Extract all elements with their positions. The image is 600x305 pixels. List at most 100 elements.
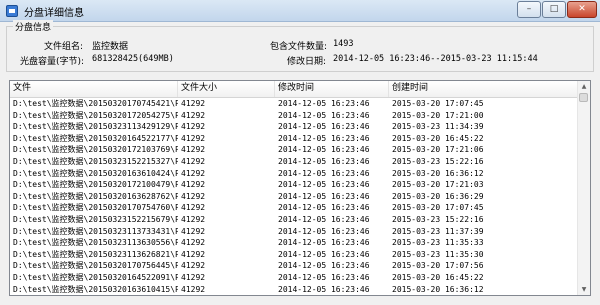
cell-size: 41292 [181,203,206,213]
cell-created: 2015-03-20 17:07:45 [392,99,484,108]
cell-created: 2015-03-20 17:00:49 [389,295,579,296]
cell-size: 41292 [181,272,206,282]
table-row[interactable]: D:\test\监控数据\20150320163610424\P... 41292… [10,168,579,180]
vertical-scrollbar[interactable]: ▲ ▼ [577,81,590,295]
cell-size: 41292 [181,99,206,108]
cell-file: D:\test\监控数据\20150320163610415\P... [13,284,178,294]
cell-file: D:\test\监控数据\20150323152215327\P... [13,156,178,166]
cell-created: 2015-03-20 16:36:12 [392,168,484,178]
table-row[interactable]: D:\test\监控数据\20150323113626821\P... 41292… [10,249,579,261]
cell-created: 2015-03-23 11:34:39 [392,122,484,132]
cell-size: 41292 [181,284,206,294]
table-row[interactable]: D:\test\监控数据\20150320163610415\P... 41292… [10,284,579,296]
cell-modified: 2014-12-05 16:23:46 [275,295,389,296]
table-row[interactable]: D:\test\监控数据\20150323152215679\P... 41292… [10,214,579,226]
table-row[interactable]: D:\test\监控数据\20150323113733431\P... 41292… [10,226,579,238]
table-row[interactable]: D:\test\监控数据\20150323152215327\P... 41292… [10,156,579,168]
list-rows: D:\test\监控数据\20150320170745421\P... 41292… [10,98,579,296]
cell-created: 2015-03-20 17:21:00 [392,110,484,120]
cell-size: 41292 [181,214,206,224]
table-row[interactable]: D:\test\监控数据\20150320164522177\P... 41292… [10,133,579,145]
scroll-down-icon[interactable]: ▼ [579,284,589,295]
cell-created: 2015-03-20 17:21:03 [392,180,484,190]
title-bar: 分盘详细信息 – □ ✕ [0,0,600,22]
cell-created: 2015-03-20 16:36:29 [392,191,484,201]
cell-created: 2015-03-23 11:37:39 [392,226,484,236]
cell-created: 2015-03-20 17:21:06 [392,145,484,155]
column-header-size[interactable]: 文件大小 [178,81,275,97]
table-row[interactable]: D:\test\监控数据\20150323113630556\P... 41292… [10,237,579,249]
folder-label: 文件组名: [44,42,84,52]
minimize-button[interactable]: – [517,1,541,18]
scroll-thumb[interactable] [579,93,588,102]
table-row[interactable]: D:\test\监控数据\20150320170754760\P... 41292… [10,202,579,214]
table-row[interactable]: D:\test\监控数据\20150320164522091\P... 41292… [10,272,579,284]
cell-modified: 2014-12-05 16:23:46 [278,145,370,155]
cell-modified: 2014-12-05 16:23:46 [278,261,370,271]
file-list[interactable]: 文件 文件大小 修改时间 创建时间 D:\test\监控数据\201503201… [9,80,591,296]
cell-modified: 2014-12-05 16:23:46 [278,168,370,178]
cell-created: 2015-03-23 11:35:33 [392,238,484,248]
cell-size: 41292 [181,191,206,201]
cell-created: 2015-03-20 16:36:12 [392,284,484,294]
cell-size: 41292 [178,295,275,296]
cell-file: D:\test\监控数据\20150323113626821\P... [13,249,178,259]
cell-size: 41292 [181,180,206,190]
cell-modified: 2014-12-05 16:23:46 [278,214,370,224]
file-count-label: 包含文件数量: [270,42,328,52]
cell-size: 41292 [181,133,206,143]
cell-file: D:\test\监控数据\20150323113630556\P... [13,238,178,248]
cell-created: 2015-03-23 11:35:30 [392,249,484,259]
table-row[interactable]: D:\test\监控数据\20150320172100479\P... 41292… [10,179,579,191]
cell-file: D:\test\监控数据\20150320163628762\P... [13,191,178,201]
cell-created: 2015-03-23 15:22:16 [392,214,484,224]
capacity-label: 光盘容量(字节): [20,57,85,67]
list-header: 文件 文件大小 修改时间 创建时间 [10,81,579,98]
cell-file: D:\test\监控数据\20150323152215679\P... [13,214,178,224]
cell-modified: 2014-12-05 16:23:46 [278,99,370,108]
cell-size: 41292 [181,156,206,166]
cell-size: 41292 [181,168,206,178]
cell-size: 41292 [181,145,206,155]
cell-created: 2015-03-20 17:07:56 [392,261,484,271]
table-row[interactable]: D:\test\监控数据\20150323113429129\P... 41292… [10,121,579,133]
cell-size: 41292 [181,238,206,248]
cell-file: D:\test\监控数据\20150323113429129\P... [13,122,178,132]
cell-modified: 2014-12-05 16:23:46 [278,156,370,166]
folder-value: 监控数据 [92,42,129,52]
scroll-up-icon[interactable]: ▲ [579,81,589,92]
group-title: 分盘信息 [13,20,54,33]
table-row[interactable]: D:\test\监控数据\20150320170048859\P...41292… [10,295,579,296]
capacity-value: 681328425(649MB) [92,54,174,64]
date-label: 修改日期: [287,57,327,67]
column-header-created[interactable]: 创建时间 [389,81,579,97]
column-header-modified[interactable]: 修改时间 [275,81,389,97]
app-icon [6,5,18,17]
table-row[interactable]: D:\test\监控数据\20150320170745421\P... 41292… [10,98,579,110]
cell-file: D:\test\监控数据\20150320172054275\P... [13,110,178,120]
cell-created: 2015-03-20 16:45:22 [392,272,484,282]
column-header-file[interactable]: 文件 [10,81,178,97]
cell-file: D:\test\监控数据\20150320172100479\P... [13,180,178,190]
cell-size: 41292 [181,249,206,259]
cell-file: D:\test\监控数据\20150323113733431\P... [13,226,178,236]
cell-file: D:\test\监控数据\20150320170754760\P... [13,203,178,213]
cell-modified: 2014-12-05 16:23:46 [278,203,370,213]
cell-file: D:\test\监控数据\20150320163610424\P... [13,168,178,178]
table-row[interactable]: D:\test\监控数据\20150320172054275\P... 41292… [10,110,579,122]
cell-created: 2015-03-20 17:07:45 [392,203,484,213]
maximize-button[interactable]: □ [542,1,566,18]
cell-created: 2015-03-23 15:22:16 [392,156,484,166]
close-button[interactable]: ✕ [567,1,597,18]
cell-modified: 2014-12-05 16:23:46 [278,272,370,282]
table-row[interactable]: D:\test\监控数据\20150320172103769\P... 41292… [10,144,579,156]
window-title: 分盘详细信息 [24,8,84,19]
cell-file: D:\test\监控数据\20150320164522177\P... [13,133,178,143]
cell-file: D:\test\监控数据\20150320170756445\P... [13,261,178,271]
table-row[interactable]: D:\test\监控数据\20150320170756445\P... 41292… [10,260,579,272]
cell-size: 41292 [181,261,206,271]
cell-modified: 2014-12-05 16:23:46 [278,238,370,248]
cell-modified: 2014-12-05 16:23:46 [278,133,370,143]
table-row[interactable]: D:\test\监控数据\20150320163628762\P... 41292… [10,191,579,203]
cell-modified: 2014-12-05 16:23:46 [278,110,370,120]
